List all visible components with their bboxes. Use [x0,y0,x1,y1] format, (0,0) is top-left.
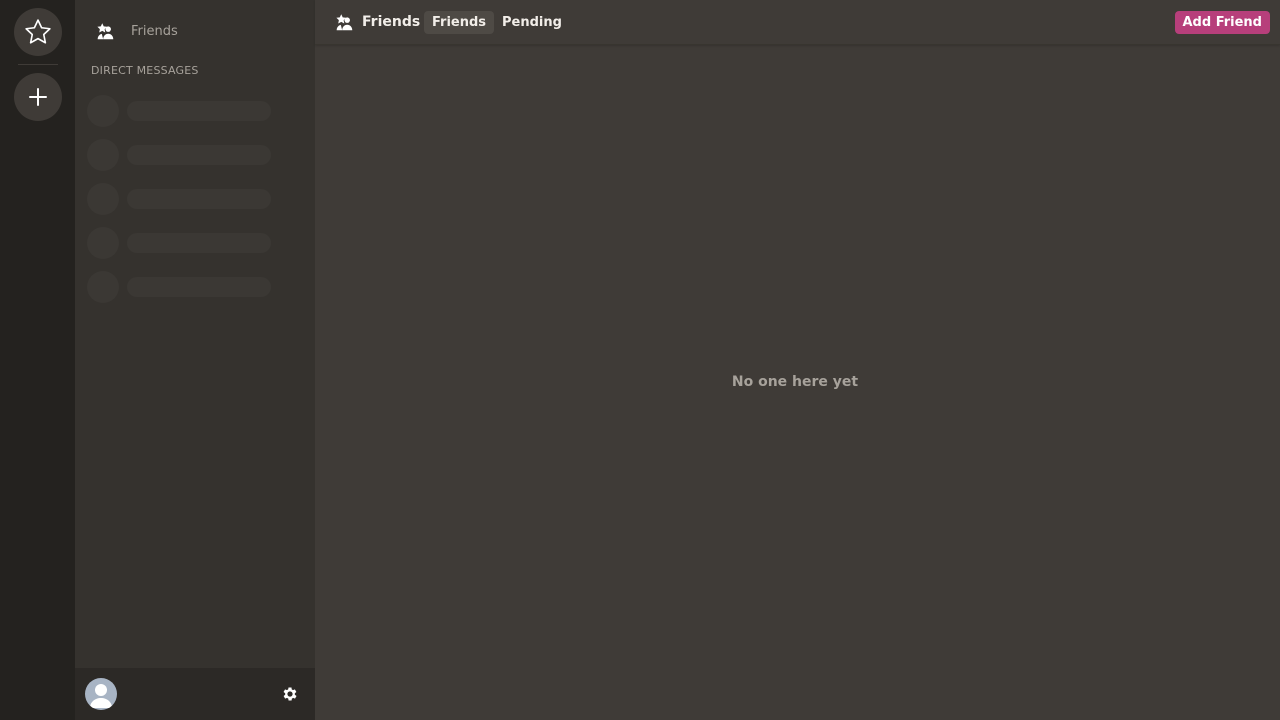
dm-placeholder-avatar [87,139,119,171]
user-panel [75,668,315,720]
page-title: Friends [362,14,421,30]
dm-placeholder-bar [127,145,271,165]
dm-placeholder [87,139,277,171]
dm-placeholder [87,95,277,127]
friends-icon [93,19,117,43]
empty-state-message: No one here yet [731,374,859,390]
add-friend-button[interactable]: Add Friend [1174,11,1270,34]
star-icon [25,19,51,44]
dm-placeholder-avatar [87,271,119,303]
dm-section-header: DIRECT MESSAGES [91,64,199,77]
tab-friends[interactable]: Friends [424,11,495,34]
app-root: Friends DIRECT MESSAGES Friends Friends … [0,0,1280,720]
dm-placeholder-bar [127,233,271,253]
friends-icon [332,10,356,34]
settings-button[interactable] [279,683,301,705]
dm-list [87,95,277,315]
rail-separator [18,64,58,65]
sidebar-item-friends[interactable]: Friends [85,12,305,50]
dm-placeholder [87,227,277,259]
plus-icon [29,88,47,106]
dm-placeholder-bar [127,277,271,297]
add-server-button[interactable] [14,73,62,121]
sidebar-item-label: Friends [131,23,178,39]
home-button[interactable] [14,8,62,56]
tab-pending[interactable]: Pending [494,11,570,34]
gear-icon [283,687,297,701]
dm-placeholder-avatar [87,95,119,127]
dm-placeholder-avatar [87,183,119,215]
dm-placeholder-avatar [87,227,119,259]
dm-placeholder-bar [127,101,271,121]
dm-placeholder [87,271,277,303]
server-rail [0,0,75,720]
user-avatar-icon[interactable] [85,678,117,710]
dm-placeholder [87,183,277,215]
dm-sidebar: Friends DIRECT MESSAGES [75,0,315,720]
top-bar: Friends Friends Pending Add Friend [315,0,1280,45]
dm-placeholder-bar [127,189,271,209]
main-panel: Friends Friends Pending Add Friend No on… [315,0,1280,720]
